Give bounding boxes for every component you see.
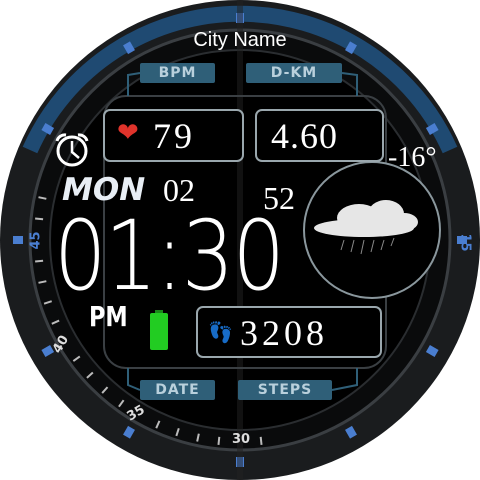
cloud-rain-icon <box>314 200 418 255</box>
bezel-tick <box>35 217 44 221</box>
battery-icon <box>150 310 168 350</box>
bezel-marker <box>13 236 23 244</box>
bezel-tick <box>217 436 221 445</box>
bpm-label: BPM <box>140 63 215 83</box>
alarm-icon[interactable] <box>54 132 92 168</box>
bezel-tick <box>35 259 44 263</box>
city-name: City Name <box>193 29 287 51</box>
ampm: PM <box>89 300 128 333</box>
bezel-tick <box>259 436 263 445</box>
distance-box[interactable]: 4.60 <box>255 109 384 162</box>
heart-rate-value: 79 <box>153 116 195 156</box>
time: 01:30 <box>54 200 285 312</box>
steps-box[interactable]: 👣 3208 <box>196 306 382 358</box>
heart-icon: ❤ <box>117 117 139 147</box>
steps-label: STEPS <box>238 380 332 400</box>
heart-rate-box[interactable]: ❤ 79 <box>103 109 244 162</box>
steps-value: 3208 <box>240 313 328 353</box>
bezel-15: 15 <box>457 233 473 252</box>
distance-value: 4.60 <box>271 116 338 156</box>
temperature: -16° <box>388 142 437 173</box>
footsteps-icon: 👣 <box>208 322 233 344</box>
date-label: DATE <box>140 380 215 400</box>
dkm-label: D-KM <box>246 63 342 83</box>
bezel-30: 30 <box>232 432 251 447</box>
bezel-45: 45 <box>28 231 44 250</box>
